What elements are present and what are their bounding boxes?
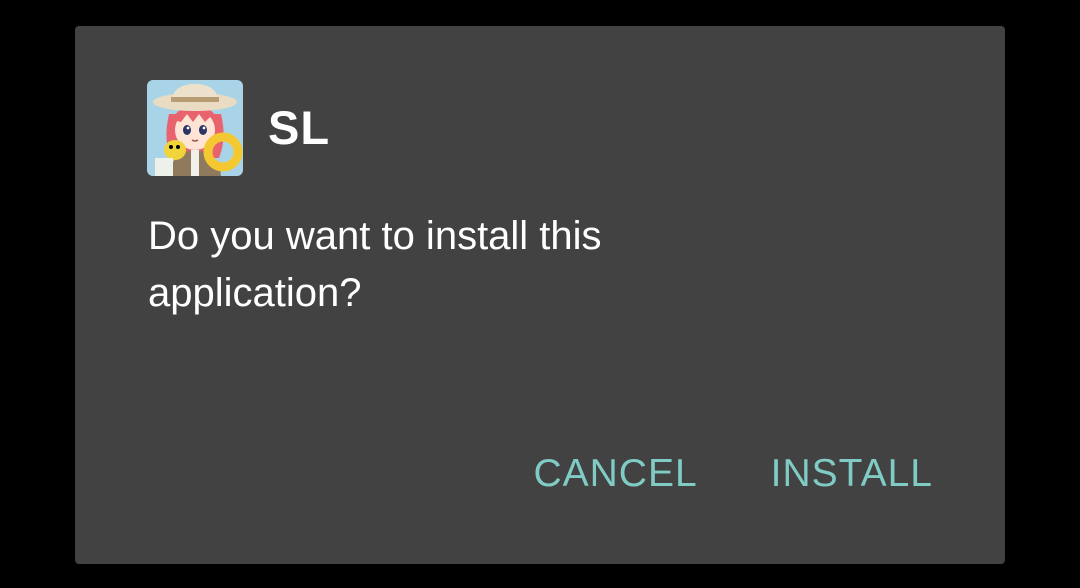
install-dialog: SL Do you want to install this applicati…: [75, 26, 1005, 564]
cancel-button[interactable]: CANCEL: [533, 452, 697, 496]
app-icon: [147, 79, 243, 176]
install-button[interactable]: INSTALL: [771, 452, 933, 496]
app-name: SL: [268, 101, 331, 154]
dialog-header: SL: [147, 79, 330, 176]
install-message: Do you want to install this application?: [148, 214, 602, 315]
dialog-actions: CANCEL INSTALL: [533, 449, 933, 499]
